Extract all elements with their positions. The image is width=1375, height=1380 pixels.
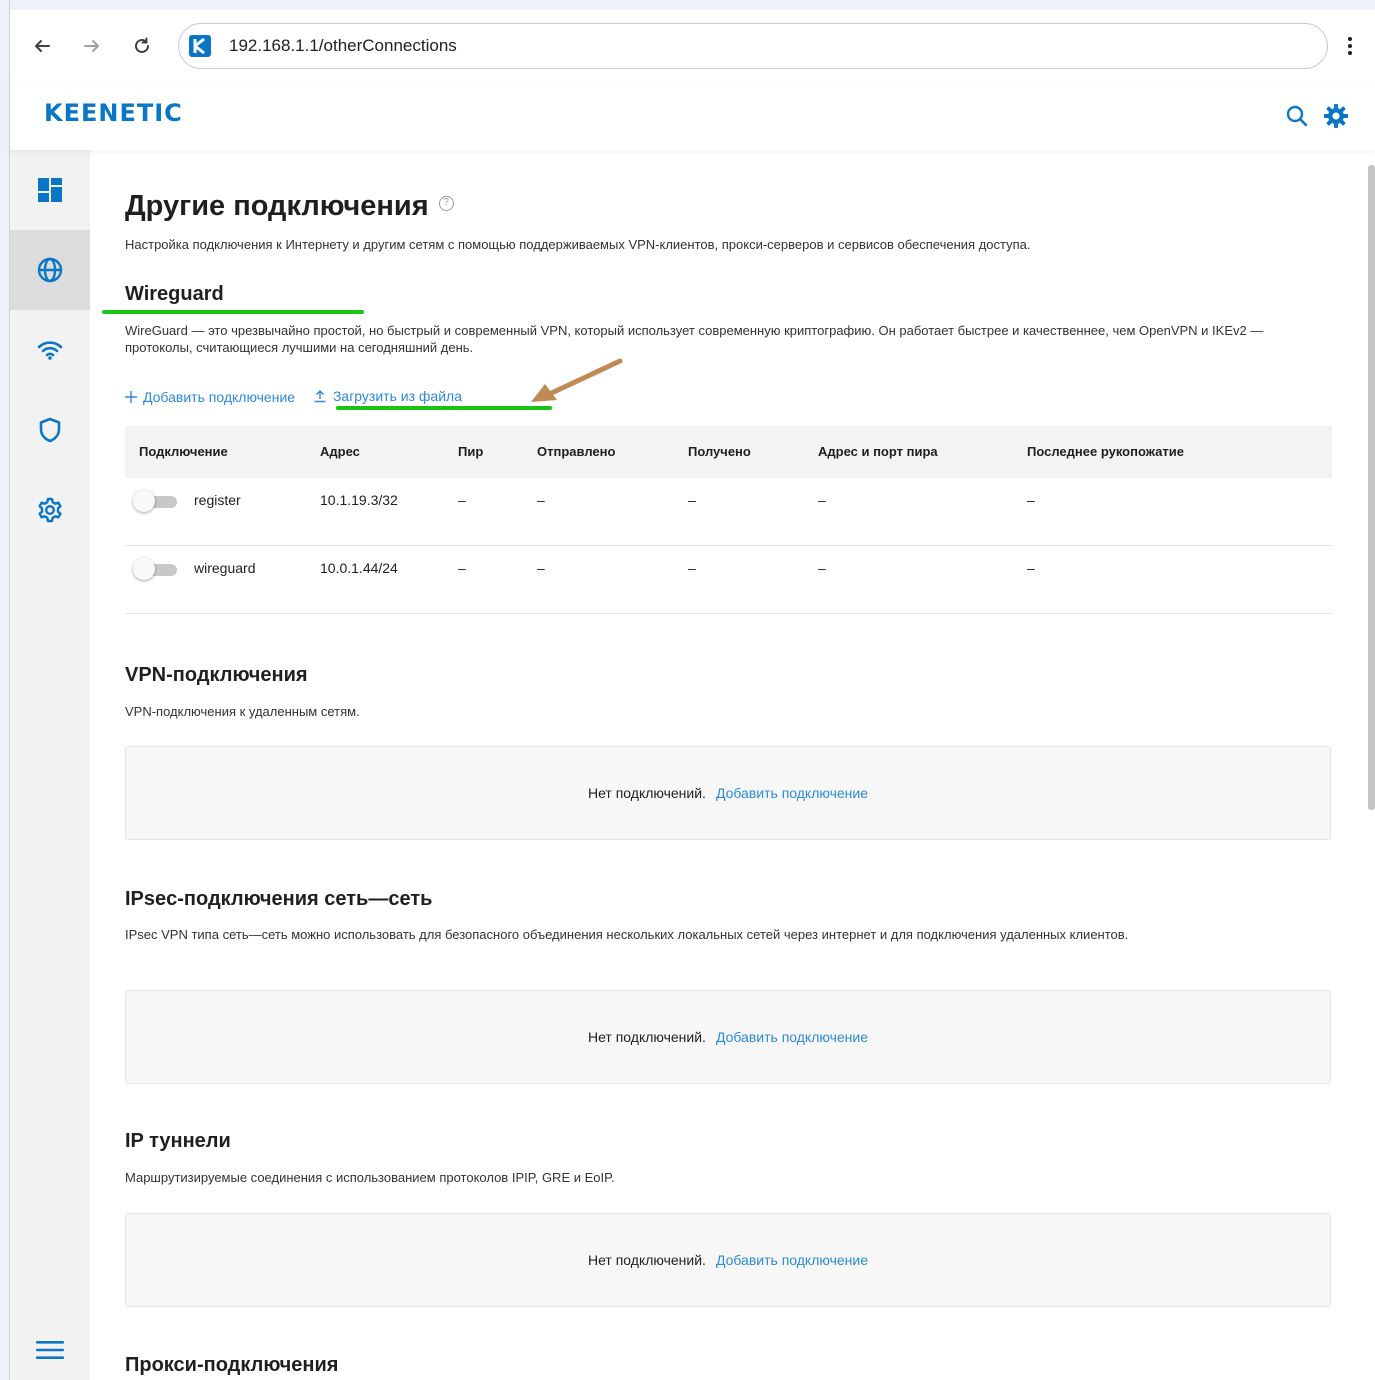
settings-button[interactable] <box>1323 103 1349 129</box>
empty-text: Нет подключений. <box>587 1029 706 1045</box>
sidebar-item-security[interactable] <box>10 390 90 470</box>
connection-received: – <box>688 492 696 508</box>
connection-address: 10.1.19.3/32 <box>320 492 398 508</box>
tunnels-title: IP туннели <box>125 1130 231 1152</box>
wireguard-table: Подключение Адрес Пир Отправлено Получен… <box>125 426 1332 614</box>
search-icon <box>1286 105 1308 127</box>
gear-icon <box>1324 104 1348 128</box>
wireguard-description: WireGuard — это чрезвычайно простой, но … <box>125 323 1264 355</box>
dashboard-icon <box>38 178 62 202</box>
connection-sent: – <box>537 560 545 576</box>
column-header[interactable]: Пир <box>458 426 483 478</box>
upload-icon <box>314 390 326 403</box>
upload-from-file-button[interactable]: Загрузить из файла <box>313 388 462 404</box>
connection-sent: – <box>537 492 545 508</box>
search-button[interactable] <box>1285 104 1309 128</box>
empty-text: Нет подключений. <box>587 1252 706 1268</box>
keenetic-logo[interactable]: KEENETIC <box>44 99 183 127</box>
sidebar-item-dashboard[interactable] <box>10 150 90 230</box>
vpn-add-connection-link[interactable]: Добавить подключение <box>716 785 868 801</box>
wireguard-actions: Добавить подключение Загрузить из файла <box>125 388 476 406</box>
connection-peer: – <box>458 492 466 508</box>
plus-icon <box>125 391 137 403</box>
connection-peer-address: – <box>818 492 826 508</box>
sidebar-menu-toggle[interactable] <box>10 1310 90 1380</box>
wireguard-title: Wireguard <box>125 283 224 305</box>
window-frame-left <box>0 0 10 1380</box>
help-icon[interactable]: ? <box>438 195 454 211</box>
vpn-empty-state: Нет подключений. Добавить подключение <box>125 746 1331 840</box>
ipsec-description: IPsec VPN типа сеть—сеть можно использов… <box>125 927 1129 942</box>
address-bar[interactable]: 192.168.1.1/otherConnections <box>178 23 1328 69</box>
keenetic-favicon-icon <box>189 35 211 57</box>
column-header[interactable]: Подключение <box>139 426 228 478</box>
table-row[interactable]: wireguard 10.0.1.44/24 – – – – – <box>125 546 1332 614</box>
page-description: Настройка подключения к Интернету и друг… <box>125 237 1031 252</box>
app-header: KEENETIC <box>10 82 1375 150</box>
table-header: Подключение Адрес Пир Отправлено Получен… <box>125 426 1332 478</box>
arrow-right-icon <box>84 40 99 52</box>
connection-peer-address: – <box>818 560 826 576</box>
ipsec-empty-state: Нет подключений. Добавить подключение <box>125 990 1331 1084</box>
vpn-description: VPN-подключения к удаленным сетям. <box>125 704 360 719</box>
column-header[interactable]: Адрес <box>320 426 360 478</box>
table-row[interactable]: register 10.1.19.3/32 – – – – – <box>125 478 1332 546</box>
connection-received: – <box>688 560 696 576</box>
connection-handshake: – <box>1027 492 1035 508</box>
proxy-title: Прокси-подключения <box>125 1354 339 1376</box>
tunnels-description: Маршрутизируемые соединения с использова… <box>125 1170 615 1185</box>
add-connection-button[interactable]: Добавить подключение <box>125 389 295 405</box>
sidebar <box>10 150 90 1380</box>
empty-text: Нет подключений. <box>587 785 706 801</box>
hamburger-icon <box>36 1341 64 1359</box>
back-button[interactable] <box>28 32 56 60</box>
sidebar-item-internet[interactable] <box>10 230 90 310</box>
reload-button[interactable] <box>128 32 156 60</box>
vpn-title: VPN-подключения <box>125 664 308 686</box>
column-header[interactable]: Получено <box>688 426 751 478</box>
browser-menu-icon[interactable] <box>1340 32 1360 60</box>
reload-icon <box>135 37 149 53</box>
page-title: Другие подключения? <box>125 190 454 223</box>
connection-toggle[interactable] <box>133 558 177 580</box>
wifi-icon <box>37 341 63 360</box>
sidebar-item-management[interactable] <box>10 470 90 550</box>
connection-address: 10.0.1.44/24 <box>320 560 398 576</box>
tunnels-empty-state: Нет подключений. Добавить подключение <box>125 1213 1331 1307</box>
tunnels-add-connection-link[interactable]: Добавить подключение <box>716 1252 868 1268</box>
arrow-left-icon <box>35 40 50 52</box>
connection-peer: – <box>458 560 466 576</box>
globe-icon <box>37 257 63 283</box>
shield-icon <box>39 417 61 443</box>
page-scrollbar[interactable] <box>1368 165 1375 810</box>
page-title-text: Другие подключения <box>125 190 429 222</box>
ipsec-title: IPsec-подключения сеть—сеть <box>125 888 433 910</box>
column-header[interactable]: Адрес и порт пира <box>818 426 938 478</box>
connection-toggle[interactable] <box>133 490 177 512</box>
column-header[interactable]: Отправлено <box>537 426 615 478</box>
url-text: 192.168.1.1/otherConnections <box>229 36 457 55</box>
sidebar-item-wifi[interactable] <box>10 310 90 390</box>
annotation-arrow-icon <box>531 358 623 402</box>
connection-name[interactable]: register <box>194 490 241 510</box>
forward-button[interactable] <box>78 32 106 60</box>
annotation-underline-title <box>102 310 364 314</box>
ipsec-add-connection-link[interactable]: Добавить подключение <box>716 1029 868 1045</box>
browser-toolbar: 192.168.1.1/otherConnections <box>10 10 1375 82</box>
annotation-underline-upload <box>336 406 552 410</box>
column-header[interactable]: Последнее рукопожатие <box>1027 426 1184 478</box>
window-frame-top <box>0 0 1375 10</box>
gear-icon <box>38 497 62 523</box>
connection-handshake: – <box>1027 560 1035 576</box>
connection-name[interactable]: wireguard <box>194 558 255 578</box>
